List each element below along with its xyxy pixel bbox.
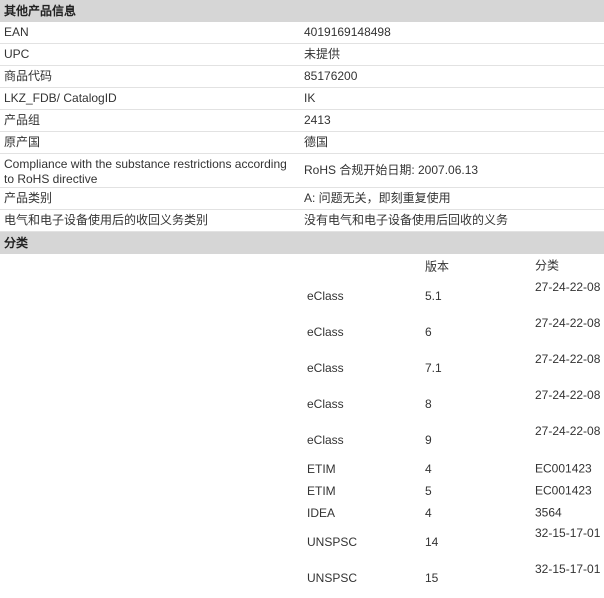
classification-version: 9 <box>425 433 432 447</box>
info-row-catalog-id: LKZ_FDB/ CatalogID IK <box>0 88 604 110</box>
info-value: 85176200 <box>304 69 358 83</box>
classification-code: 3564 <box>535 505 562 520</box>
info-value: RoHS 合规开始日期: 2007.06.13 <box>304 163 479 177</box>
classification-system: eClass <box>307 289 344 303</box>
classification-table-header: 版本 分类 <box>0 254 604 278</box>
classification-system: eClass <box>307 397 344 411</box>
info-label: Compliance with the substance restrictio… <box>4 157 287 186</box>
column-header-version: 版本 <box>425 259 450 274</box>
classification-version: 4 <box>425 506 432 520</box>
classification-section: 分类 版本 分类 eClass 5.1 27-24-22-08 eClass 6… <box>0 232 604 596</box>
classification-code: 32-15-17-01 <box>535 562 601 576</box>
classification-code: EC001423 <box>535 483 592 498</box>
table-row: eClass 7.1 27-24-22-08 <box>0 350 604 386</box>
classification-code: 27-24-22-08 <box>535 280 601 294</box>
classification-code: 27-24-22-08 <box>535 388 601 402</box>
section-title-classification: 分类 <box>0 232 604 254</box>
table-row: eClass 8 27-24-22-08 <box>0 386 604 422</box>
table-row: eClass 9 27-24-22-08 <box>0 422 604 458</box>
classification-version: 6 <box>425 325 432 339</box>
info-row-upc: UPC 未提供 <box>0 44 604 66</box>
info-value: IK <box>304 91 316 105</box>
table-row: ETIM 5 EC001423 <box>0 480 604 502</box>
classification-code: 27-24-22-08 <box>535 316 601 330</box>
classification-version: 7.1 <box>425 361 442 375</box>
classification-system: eClass <box>307 361 344 375</box>
section-title-other-info: 其他产品信息 <box>0 0 604 22</box>
table-row: UNSPSC 14 32-15-17-01 <box>0 524 604 560</box>
info-row-weee: 电气和电子设备使用后的收回义务类别 没有电气和电子设备使用后回收的义务 <box>0 210 604 232</box>
classification-code: 32-15-17-01 <box>535 526 601 540</box>
classification-system: UNSPSC <box>307 535 358 549</box>
classification-version: 5 <box>425 484 432 498</box>
classification-system: UNSPSC <box>307 571 358 585</box>
classification-system: ETIM <box>307 484 336 498</box>
other-product-info-section: 其他产品信息 EAN 4019169148498 UPC 未提供 商品代码 85… <box>0 0 604 232</box>
classification-table: 版本 分类 eClass 5.1 27-24-22-08 eClass 6 27… <box>0 254 604 596</box>
info-label: LKZ_FDB/ CatalogID <box>4 91 117 105</box>
column-header-classification: 分类 <box>535 258 560 273</box>
classification-version: 4 <box>425 462 432 476</box>
table-row: IDEA 4 3564 <box>0 502 604 524</box>
classification-system: eClass <box>307 325 344 339</box>
info-row-product-category: 产品类别 A: 问题无关，即刻重复使用 <box>0 188 604 210</box>
classification-system: IDEA <box>307 506 336 520</box>
info-row-country-of-origin: 原产国 德国 <box>0 132 604 154</box>
classification-code: EC001423 <box>535 461 592 476</box>
classification-code: 27-24-22-08 <box>535 352 601 366</box>
info-label: 原产国 <box>4 135 41 149</box>
table-row: ETIM 4 EC001423 <box>0 458 604 480</box>
info-value: 2413 <box>304 113 331 127</box>
info-value: 4019169148498 <box>304 25 391 39</box>
info-label: 产品组 <box>4 113 41 127</box>
info-label: 商品代码 <box>4 69 53 83</box>
info-label: EAN <box>4 25 29 39</box>
table-row: eClass 5.1 27-24-22-08 <box>0 278 604 314</box>
info-label: 产品类别 <box>4 191 53 205</box>
table-row: eClass 6 27-24-22-08 <box>0 314 604 350</box>
info-value: 未提供 <box>304 47 341 61</box>
classification-version: 5.1 <box>425 289 442 303</box>
info-row-commodity-code: 商品代码 85176200 <box>0 66 604 88</box>
info-row-ean: EAN 4019169148498 <box>0 22 604 44</box>
info-value: 德国 <box>304 135 329 149</box>
info-label: UPC <box>4 47 30 61</box>
table-row: UNSPSC 15 32-15-17-01 <box>0 560 604 596</box>
classification-version: 14 <box>425 535 439 549</box>
info-row-rohs: Compliance with the substance restrictio… <box>0 154 604 188</box>
info-value: A: 问题无关，即刻重复使用 <box>304 191 451 205</box>
classification-version: 15 <box>425 571 439 585</box>
classification-version: 8 <box>425 397 432 411</box>
info-row-product-group: 产品组 2413 <box>0 110 604 132</box>
classification-code: 27-24-22-08 <box>535 424 601 438</box>
classification-system: eClass <box>307 433 344 447</box>
classification-system: ETIM <box>307 462 336 476</box>
info-value: 没有电气和电子设备使用后回收的义务 <box>304 213 509 227</box>
info-label: 电气和电子设备使用后的收回义务类别 <box>4 213 209 227</box>
